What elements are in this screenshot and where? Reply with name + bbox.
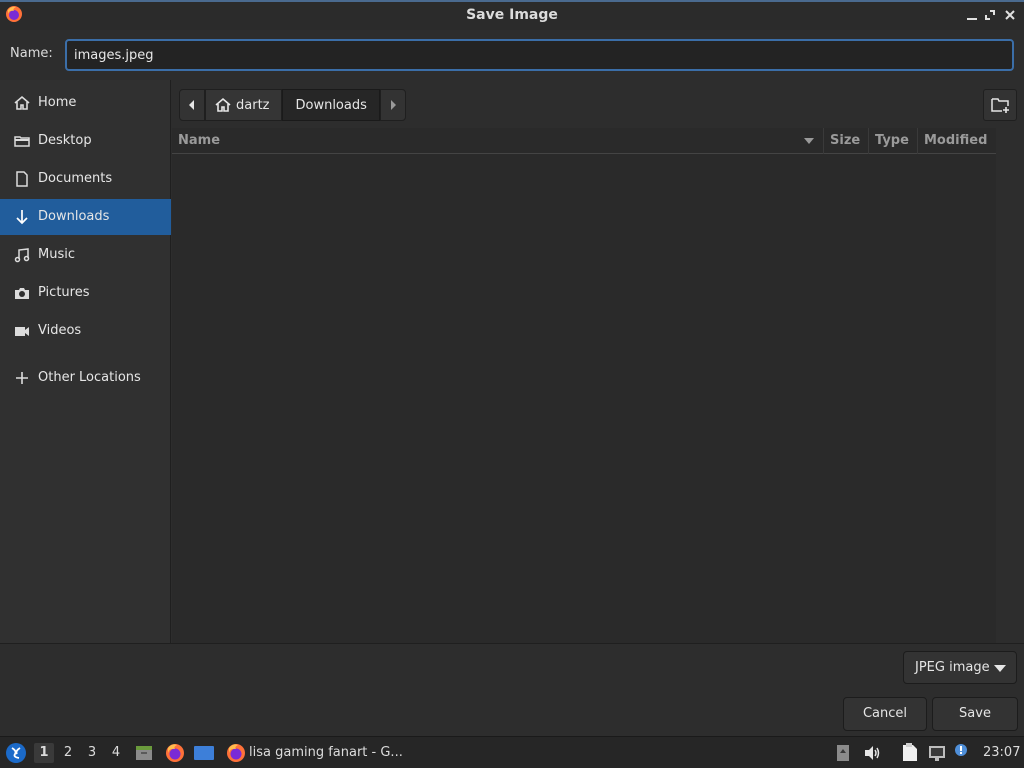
minimize-icon — [967, 18, 977, 20]
home-icon — [215, 97, 231, 112]
desktop-icon[interactable] — [193, 743, 215, 763]
start-menu-icon[interactable] — [5, 742, 27, 764]
column-separator — [868, 128, 869, 154]
filetype-label: JPEG image — [915, 660, 990, 675]
sidebar-item-music[interactable]: Music — [0, 237, 171, 273]
chevron-right-icon — [390, 100, 396, 110]
chevron-down-icon — [994, 665, 1006, 672]
firefox-icon[interactable] — [164, 742, 186, 764]
path-forward-button[interactable] — [379, 89, 406, 121]
path-bar: dartz Downloads — [179, 89, 406, 121]
clipboard-manager-icon[interactable] — [835, 743, 851, 763]
path-segment-label: Downloads — [295, 97, 367, 113]
sidebar-item-label: Other Locations — [38, 370, 141, 385]
column-type[interactable]: Type — [875, 133, 909, 148]
path-segment-downloads[interactable]: Downloads — [282, 89, 380, 121]
clock[interactable]: 23:07 — [983, 745, 1020, 760]
music-icon — [14, 248, 30, 263]
volume-icon[interactable] — [862, 743, 882, 763]
sidebar-item-label: Home — [38, 95, 77, 110]
network-icon[interactable] — [927, 743, 947, 763]
filename-input[interactable] — [65, 39, 1014, 71]
sidebar-item-label: Downloads — [38, 209, 110, 224]
document-icon — [16, 171, 28, 187]
camera-icon — [15, 288, 29, 299]
column-size[interactable]: Size — [830, 133, 860, 148]
column-separator — [823, 128, 824, 154]
workspace-4[interactable]: 4 — [106, 745, 126, 760]
workspace-2[interactable]: 2 — [58, 745, 78, 760]
restore-button[interactable] — [981, 6, 999, 24]
sidebar-item-documents[interactable]: Documents — [0, 161, 171, 197]
plus-icon — [16, 372, 28, 384]
name-row: Name: — [0, 30, 1024, 80]
main-pane: dartz Downloads Name Size Type Modified — [172, 80, 1024, 643]
column-header-row: Name Size Type Modified — [172, 128, 996, 154]
close-button[interactable] — [1001, 6, 1019, 24]
places-sidebar: Home Desktop Documents Downloads Music P… — [0, 80, 171, 643]
file-manager-icon[interactable] — [134, 743, 154, 763]
sidebar-item-pictures[interactable]: Pictures — [0, 275, 171, 311]
sidebar-item-home[interactable]: Home — [0, 85, 171, 121]
column-separator — [917, 128, 918, 154]
home-icon — [14, 95, 30, 110]
folder-icon — [14, 136, 30, 147]
sidebar-item-label: Videos — [38, 323, 82, 338]
sidebar-item-label: Music — [38, 247, 75, 262]
notes-icon[interactable] — [899, 742, 921, 764]
title-bar: Save Image — [0, 0, 1024, 30]
sidebar-item-videos[interactable]: Videos — [0, 313, 171, 349]
column-name[interactable]: Name — [178, 133, 220, 148]
firefox-icon — [227, 744, 245, 762]
sidebar-item-label: Pictures — [38, 285, 90, 300]
file-list[interactable]: Name Size Type Modified — [172, 128, 996, 643]
sidebar-item-other-locations[interactable]: Other Locations — [0, 360, 171, 396]
video-icon — [15, 327, 29, 336]
chevron-left-icon — [189, 100, 194, 110]
name-label: Name: — [10, 46, 53, 61]
path-segment-label: dartz — [236, 97, 270, 113]
restore-icon — [985, 10, 995, 20]
workspace-3[interactable]: 3 — [82, 745, 102, 760]
path-back-button[interactable] — [179, 89, 205, 121]
sidebar-item-label: Desktop — [38, 133, 92, 148]
sort-descending-icon — [804, 138, 814, 144]
dialog-footer: JPEG image Cancel Save — [0, 643, 1024, 736]
cancel-button[interactable]: Cancel — [843, 697, 927, 731]
save-button[interactable]: Save — [932, 697, 1018, 731]
taskbar-window-button[interactable]: lisa gaming fanart - G... — [249, 745, 403, 760]
notification-icon[interactable] — [953, 742, 973, 764]
new-folder-icon — [991, 98, 1009, 113]
sidebar-item-desktop[interactable]: Desktop — [0, 123, 171, 159]
sidebar-item-label: Documents — [38, 171, 113, 186]
column-modified[interactable]: Modified — [924, 133, 987, 148]
new-folder-button[interactable] — [983, 89, 1017, 121]
filetype-dropdown[interactable]: JPEG image — [903, 651, 1017, 684]
window-title: Save Image — [466, 7, 558, 23]
minimize-button[interactable] — [963, 6, 981, 24]
workspace-1[interactable]: 1 — [34, 743, 54, 763]
sidebar-item-downloads[interactable]: Downloads — [0, 199, 171, 235]
taskbar: 1 2 3 4 lisa gaming fanart - G... 23:07 — [0, 736, 1024, 768]
download-arrow-icon — [16, 210, 28, 225]
path-segment-home[interactable]: dartz — [205, 89, 283, 121]
close-icon — [1005, 10, 1015, 20]
